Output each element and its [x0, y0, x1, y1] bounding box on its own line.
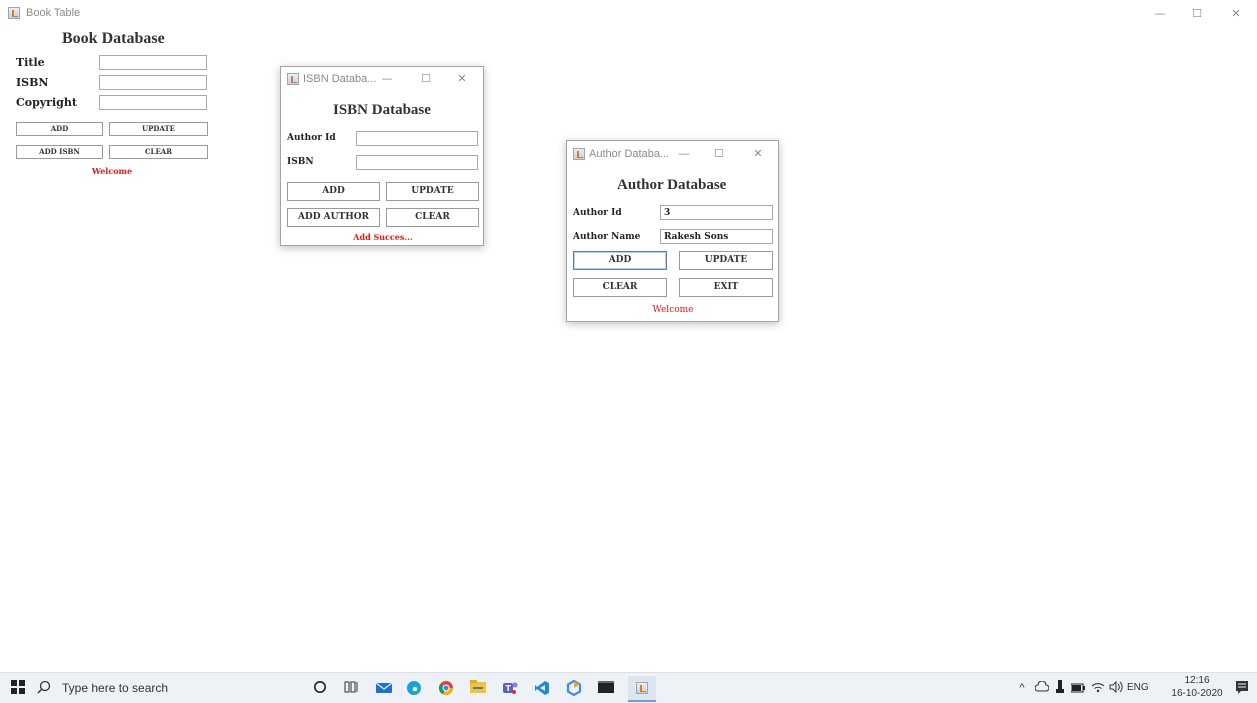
isbn-dialog: ISBN Databa... — ☐ ✕ ISBN Database Autho… [280, 66, 484, 246]
volume-icon[interactable] [1108, 680, 1124, 696]
main-window-titlebar: Book Table — ☐ ✕ [0, 0, 1257, 26]
title-field[interactable] [99, 55, 207, 70]
chrome-browser-icon[interactable] [438, 680, 454, 696]
isbn-dialog-title: ISBN Databa... [303, 73, 377, 85]
author-name-label: Author Name [573, 232, 641, 242]
minimize-icon[interactable]: — [1150, 7, 1170, 21]
main-status-text: Welcome [91, 166, 133, 176]
taskbar: Type here to search T ^ ENG 12:16 16-10-… [0, 672, 1257, 703]
author-status-text: Welcome [652, 305, 694, 315]
maximize-icon[interactable]: ☐ [1187, 7, 1207, 21]
search-icon[interactable] [36, 680, 52, 696]
add-button[interactable]: ADD [287, 182, 380, 201]
book-database-heading: Book Database [62, 30, 165, 47]
author-dialog: Author Databa... — ☐ ✕ Author Database A… [566, 140, 779, 322]
edge-browser-icon[interactable] [406, 680, 422, 696]
chevron-up-icon[interactable]: ^ [1014, 680, 1030, 696]
copyright-field[interactable] [99, 95, 207, 110]
clock-date[interactable]: 16-10-2020 [1171, 688, 1223, 699]
author-id-field[interactable]: 3 [660, 205, 773, 220]
battery-icon[interactable] [1070, 680, 1086, 696]
isbn-status-text: Add Succes... [353, 232, 413, 242]
update-button[interactable]: UPDATE [679, 251, 773, 270]
isbn-field[interactable] [99, 75, 207, 90]
isbn-field[interactable] [356, 155, 478, 170]
java-app-icon [287, 73, 299, 85]
java-taskbar-app[interactable] [628, 676, 656, 702]
java-app-icon [636, 682, 648, 694]
hexagon-app-icon[interactable] [566, 679, 582, 697]
add-author-button[interactable]: ADD AUTHOR [287, 208, 380, 227]
author-name-field[interactable]: Rakesh Sons [660, 229, 773, 244]
author-id-field[interactable] [356, 131, 478, 146]
update-button[interactable]: UPDATE [386, 182, 479, 201]
add-button[interactable]: ADD [573, 251, 667, 270]
clear-button[interactable]: CLEAR [109, 145, 208, 159]
isbn-label: ISBN [16, 76, 49, 89]
minimize-icon[interactable]: — [674, 147, 694, 161]
close-icon[interactable]: ✕ [1226, 7, 1246, 21]
isbn-label: ISBN [287, 157, 314, 167]
notifications-icon[interactable] [1234, 680, 1250, 696]
java-app-icon [573, 148, 585, 160]
cortana-icon[interactable] [312, 680, 328, 696]
svg-text:T: T [506, 684, 512, 693]
clock-time[interactable]: 12:16 [1171, 675, 1223, 686]
cloud-icon[interactable] [1034, 680, 1050, 696]
wifi-icon[interactable] [1090, 680, 1106, 696]
file-explorer-icon[interactable] [470, 680, 486, 696]
update-button[interactable]: UPDATE [109, 122, 208, 136]
author-database-heading: Author Database [617, 177, 727, 193]
isbn-database-heading: ISBN Database [333, 102, 431, 118]
minimize-icon[interactable]: — [377, 72, 397, 86]
mail-icon[interactable] [375, 680, 393, 696]
teams-icon[interactable]: T [502, 680, 518, 696]
main-window-title: Book Table [26, 7, 81, 19]
author-id-label: Author Id [287, 133, 336, 143]
clear-button[interactable]: CLEAR [573, 278, 667, 297]
vscode-icon[interactable] [534, 680, 550, 696]
close-icon[interactable]: ✕ [748, 147, 768, 161]
close-icon[interactable]: ✕ [452, 72, 472, 86]
windows-start-icon[interactable] [10, 680, 26, 696]
add-button[interactable]: ADD [16, 122, 103, 136]
maximize-icon[interactable]: ☐ [709, 147, 729, 161]
author-id-label: Author Id [573, 208, 622, 218]
terminal-icon[interactable] [598, 680, 614, 696]
title-label: Title [16, 56, 45, 69]
language-indicator[interactable]: ENG [1127, 682, 1149, 693]
security-icon[interactable] [1052, 680, 1068, 696]
exit-button[interactable]: EXIT [679, 278, 773, 297]
add-isbn-button[interactable]: ADD ISBN [16, 145, 103, 159]
task-view-icon[interactable] [344, 680, 360, 696]
clear-button[interactable]: CLEAR [386, 208, 479, 227]
java-app-icon [8, 7, 20, 19]
maximize-icon[interactable]: ☐ [416, 72, 436, 86]
copyright-label: Copyright [16, 96, 77, 109]
taskbar-search-input[interactable]: Type here to search [62, 681, 168, 695]
author-dialog-title: Author Databa... [589, 148, 670, 160]
